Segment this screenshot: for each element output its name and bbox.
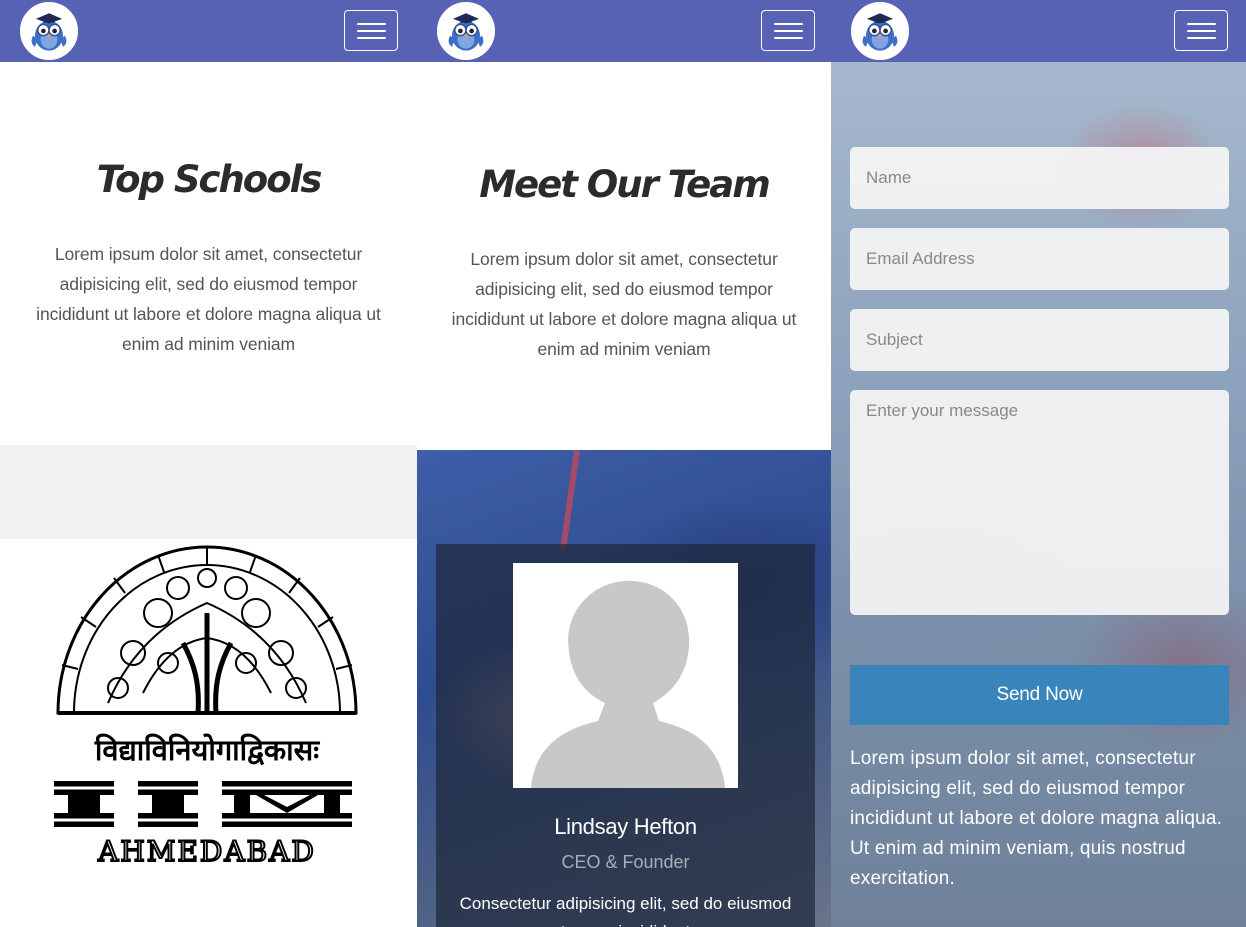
menu-bar [774, 37, 803, 39]
menu-bar [1187, 23, 1216, 25]
name-field[interactable]: Name [850, 147, 1229, 209]
iim-motto: विद्याविनियोगाद्विकासः [94, 733, 320, 767]
team-member-card: Lindsay Hefton CEO & Founder Consectetur… [436, 544, 815, 927]
email-field[interactable]: Email Address [850, 228, 1229, 290]
name-placeholder: Name [866, 168, 912, 187]
schools-panel: Top Schools Lorem ipsum dolor sit amet, … [0, 0, 417, 927]
menu-bar [1187, 30, 1216, 32]
navbar [831, 0, 1246, 62]
team-description: Lorem ipsum dolor sit amet, consectetur … [451, 249, 797, 359]
schools-description: Lorem ipsum dolor sit amet, consectetur … [36, 244, 381, 354]
hamburger-menu-button[interactable] [344, 10, 398, 51]
subject-field[interactable]: Subject [850, 309, 1229, 371]
owl-logo-icon[interactable] [435, 0, 497, 62]
menu-bar [357, 23, 386, 25]
message-field[interactable]: Enter your message [850, 390, 1229, 615]
subject-placeholder: Subject [866, 330, 923, 349]
menu-bar [774, 30, 803, 32]
iim-ahmedabad-logo[interactable]: विद्याविनियोगाद्विकासः AHMEDABAD [48, 543, 366, 869]
menu-bar [1187, 37, 1216, 39]
team-title: Meet Our Team [479, 163, 771, 206]
hamburger-menu-button[interactable] [1174, 10, 1228, 51]
navbar [417, 0, 831, 62]
message-placeholder: Enter your message [866, 401, 1019, 420]
navbar [0, 0, 417, 62]
email-placeholder: Email Address [866, 249, 975, 268]
avatar-placeholder-icon [513, 563, 738, 788]
menu-bar [774, 23, 803, 25]
menu-bar [357, 30, 386, 32]
owl-logo-icon[interactable] [18, 0, 80, 62]
iim-city: AHMEDABAD [97, 835, 316, 868]
hamburger-menu-button[interactable] [761, 10, 815, 51]
menu-bar [357, 37, 386, 39]
member-bio: Consectetur adipisicing elit, sed do eiu… [459, 894, 792, 927]
owl-logo-icon[interactable] [849, 0, 911, 62]
member-role: CEO & Founder [561, 852, 690, 872]
contact-text: Lorem ipsum dolor sit amet, consectetur … [850, 748, 1223, 889]
team-panel: Meet Our Team Lorem ipsum dolor sit amet… [417, 0, 831, 927]
send-button[interactable]: Send Now [850, 665, 1229, 725]
gray-divider [0, 445, 417, 539]
schools-title: Top Schools [96, 158, 323, 201]
contact-panel: Name Email Address Subject Enter your me… [831, 0, 1246, 927]
member-name: Lindsay Hefton [554, 814, 697, 839]
